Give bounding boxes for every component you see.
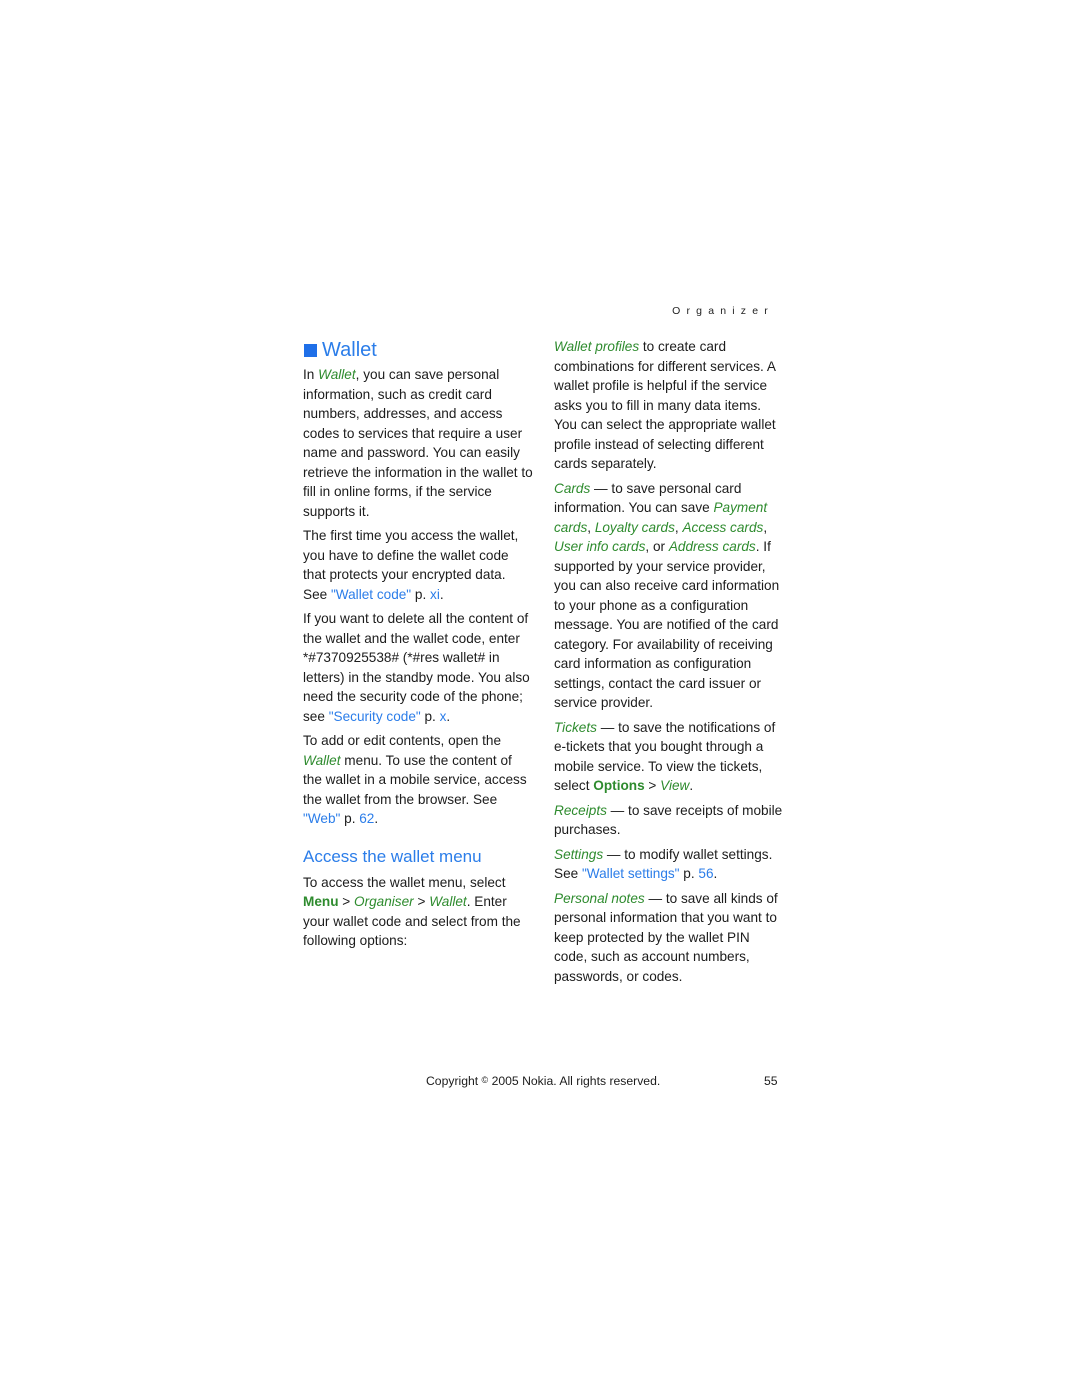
- web-link[interactable]: "Web": [303, 811, 340, 826]
- menu-label: Menu: [303, 894, 339, 909]
- text: ,: [763, 519, 768, 535]
- security-code-link[interactable]: "Security code": [329, 709, 421, 724]
- left-column: Wallet In Wallet, you can save personal …: [303, 337, 533, 956]
- text: .: [446, 708, 451, 724]
- text: If you want to delete all the content of…: [303, 611, 530, 724]
- section-subtitle: Access the wallet menu: [303, 846, 482, 866]
- text: p.: [420, 708, 440, 724]
- term-receipts: Receipts: [554, 802, 607, 818]
- term-wallet: Wallet: [318, 367, 356, 382]
- text: .: [713, 866, 718, 881]
- text: p.: [679, 866, 699, 881]
- text: p.: [411, 586, 431, 602]
- first-time-paragraph: The first time you access the wallet, yo…: [303, 526, 533, 604]
- text: To access the wallet menu, select: [303, 874, 506, 890]
- term-address-cards: Address cards: [668, 539, 756, 554]
- organiser-label: Organiser: [354, 894, 414, 909]
- text: To add or edit contents, open the: [303, 733, 502, 748]
- web-page-link[interactable]: 62: [359, 811, 374, 826]
- text: Copyright: [426, 1074, 482, 1088]
- term-tickets: Tickets: [554, 719, 597, 735]
- text: >: [644, 778, 661, 793]
- copyright-footer: Copyright © 2005 Nokia. All rights reser…: [426, 1074, 660, 1088]
- wallet-code-page-link[interactable]: xi: [430, 587, 440, 602]
- options-label: Options: [593, 778, 645, 793]
- tickets-item: Tickets — to save the notifications of e…: [554, 718, 786, 796]
- term-personal-notes: Personal notes: [554, 890, 645, 906]
- text: 2005 Nokia. All rights reserved.: [488, 1074, 661, 1088]
- text: ,: [587, 519, 595, 535]
- personal-notes-item: Personal notes — to save all kinds of pe…: [554, 889, 786, 987]
- text: , you can save personal information, suc…: [303, 367, 533, 519]
- wallet-settings-link[interactable]: "Wallet settings": [582, 866, 680, 881]
- wallet-profiles-item: Wallet profiles to create card combinati…: [554, 337, 786, 474]
- term-wallet-profiles: Wallet profiles: [554, 339, 640, 354]
- text: .: [689, 778, 694, 793]
- text: .: [439, 586, 444, 602]
- page-number: 55: [764, 1074, 778, 1088]
- right-column: Wallet profiles to create card combinati…: [554, 337, 786, 991]
- receipts-item: Receipts — to save receipts of mobile pu…: [554, 801, 786, 840]
- text: . If supported by your service provider,…: [554, 539, 780, 710]
- wallet-code-link[interactable]: "Wallet code": [331, 587, 411, 602]
- cards-item: Cards — to save personal card informatio…: [554, 479, 786, 713]
- intro-paragraph: In Wallet, you can save personal informa…: [303, 365, 533, 521]
- view-label: View: [660, 778, 690, 793]
- text: to create card combinations for differen…: [554, 339, 776, 471]
- access-paragraph: To access the wallet menu, select Menu >…: [303, 873, 533, 951]
- term-loyalty-cards: Loyalty cards: [594, 519, 675, 535]
- settings-item: Settings — to modify wallet settings. Se…: [554, 845, 786, 884]
- term-wallet: Wallet: [303, 752, 341, 768]
- page-title-text: Wallet: [322, 339, 377, 361]
- term-access-cards: Access cards: [682, 519, 764, 535]
- section-header: Organizer: [672, 305, 774, 317]
- text: >: [413, 894, 430, 909]
- term-user-info-cards: User info cards: [554, 539, 646, 554]
- square-bullet-icon: [304, 343, 317, 357]
- delete-paragraph: If you want to delete all the content of…: [303, 609, 533, 726]
- term-settings: Settings: [554, 846, 604, 862]
- text: .: [374, 811, 379, 826]
- page-title: Wallet: [303, 337, 533, 363]
- add-edit-paragraph: To add or edit contents, open the Wallet…: [303, 731, 533, 829]
- wallet-settings-page-link[interactable]: 56: [698, 866, 713, 881]
- wallet-label: Wallet: [429, 894, 467, 909]
- text: , or: [645, 539, 669, 554]
- manual-page: Organizer Wallet In Wallet, you can save…: [0, 0, 1080, 1397]
- text: p.: [340, 811, 360, 826]
- text: >: [338, 894, 354, 909]
- term-cards: Cards: [554, 480, 591, 496]
- text: In: [303, 367, 319, 382]
